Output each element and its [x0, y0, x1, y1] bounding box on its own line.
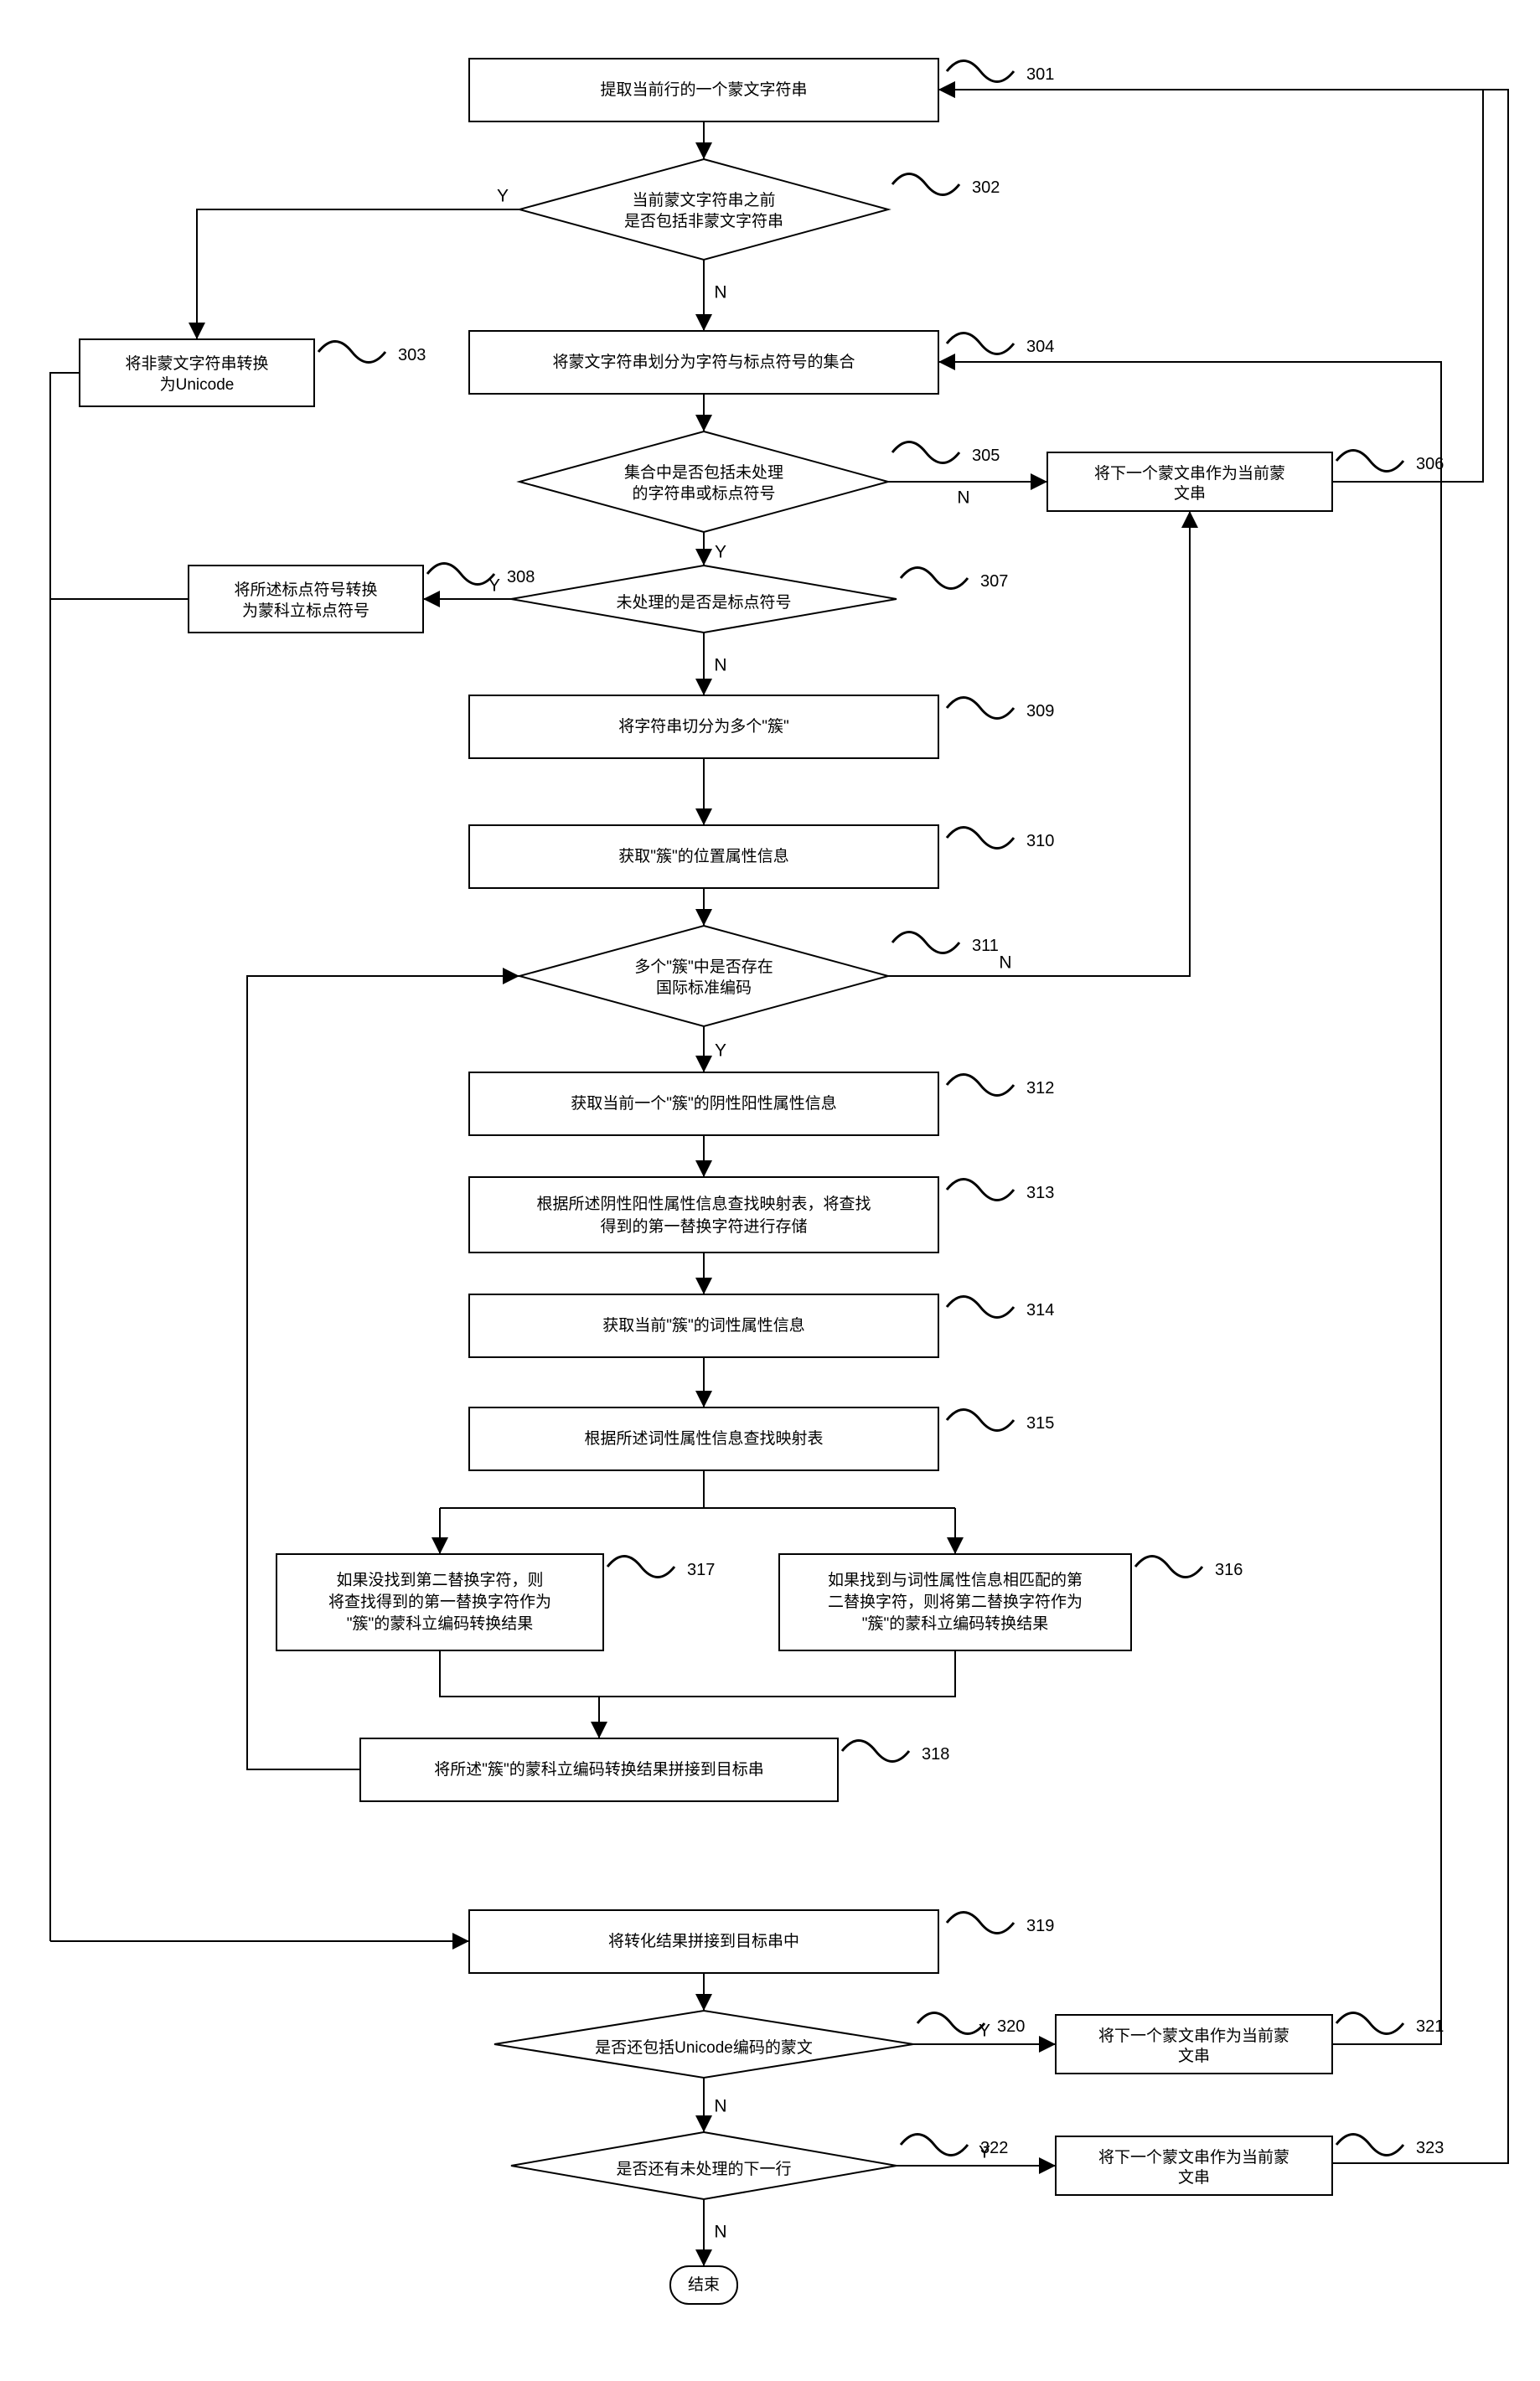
edge-label: Y: [488, 576, 500, 596]
step-number: 302: [972, 178, 1000, 197]
node-321-label-a: 将下一个蒙文串作为当前蒙: [1098, 2027, 1289, 2045]
step-number: 323: [1416, 2139, 1444, 2157]
node-311-label-a: 多个"簇"中是否存在: [634, 958, 773, 976]
edge-label: Y: [715, 543, 726, 562]
node-302-label-a: 当前蒙文字符串之前: [632, 191, 775, 209]
step-number: 313: [1026, 1184, 1054, 1202]
node-303-label-a: 将非蒙文字符串转换: [125, 354, 268, 373]
node-308-label-a: 将所述标点符号转换: [234, 581, 377, 599]
node-321-label-b: 文串: [1178, 2047, 1210, 2065]
step-number: 303: [398, 346, 426, 364]
node-315-label: 根据所述词性属性信息查找映射表: [584, 1429, 823, 1448]
node-303-label-b: 为Unicode: [160, 375, 235, 394]
step-number: 301: [1026, 65, 1054, 84]
node-308-label-b: 为蒙科立标点符号: [242, 602, 369, 620]
edge-label: N: [714, 2223, 726, 2242]
node-306-label-a: 将下一个蒙文串作为当前蒙: [1094, 464, 1285, 483]
step-number: 307: [980, 572, 1008, 591]
step-number: 306: [1416, 455, 1444, 473]
node-301-label: 提取当前行的一个蒙文字符串: [600, 80, 807, 99]
node-316-label-a: 如果找到与词性属性信息相匹配的第: [828, 1571, 1083, 1589]
step-number: 305: [972, 447, 1000, 465]
node-314-label: 获取当前"簇"的词性属性信息: [602, 1316, 805, 1335]
step-number: 311: [972, 937, 999, 955]
step-number: 314: [1026, 1301, 1054, 1320]
node-313: [469, 1177, 938, 1252]
node-317-label-a: 如果没找到第二替换字符，则: [336, 1571, 543, 1589]
node-313-label-b: 得到的第一替换字符进行存储: [600, 1217, 807, 1236]
edge-label: N: [999, 953, 1011, 973]
step-number: 309: [1026, 702, 1054, 720]
step-number: 312: [1026, 1079, 1054, 1098]
node-318-label: 将所述"簇"的蒙科立编码转换结果拼接到目标串: [434, 1760, 764, 1779]
node-317-label-b: 将查找得到的第一替换字符作为: [328, 1593, 551, 1611]
step-number: 317: [687, 1561, 715, 1579]
flowchart: 提取当前行的一个蒙文字符串 301 当前蒙文字符串之前 是否包括非蒙文字符串 3…: [0, 0, 1540, 2381]
node-307-label: 未处理的是否是标点符号: [616, 593, 791, 612]
edge-label: Y: [715, 1041, 726, 1061]
edge-label: Y: [497, 187, 509, 206]
node-313-label-a: 根据所述阴性阳性属性信息查找映射表，将查找: [536, 1195, 871, 1213]
node-319-label: 将转化结果拼接到目标串中: [608, 1932, 799, 1950]
node-323-label-a: 将下一个蒙文串作为当前蒙: [1098, 2148, 1289, 2167]
edge-label: N: [714, 2097, 726, 2116]
edge-label: Y: [979, 2143, 990, 2162]
node-304-label: 将蒙文字符串划分为字符与标点符号的集合: [552, 353, 855, 371]
edge-label: N: [957, 488, 969, 508]
node-306-label-b: 文串: [1174, 484, 1206, 503]
step-number: 304: [1026, 338, 1054, 356]
node-312-label: 获取当前一个"簇"的阴性阳性属性信息: [571, 1094, 837, 1113]
node-310-label: 获取"簇"的位置属性信息: [618, 847, 789, 865]
node-305-label-a: 集合中是否包括未处理: [624, 463, 783, 482]
node-305-label-b: 的字符串或标点符号: [632, 484, 775, 503]
node-323-label-b: 文串: [1178, 2168, 1210, 2187]
node-316-label-c: "簇"的蒙科立编码转换结果: [862, 1614, 1049, 1633]
step-number: 315: [1026, 1414, 1054, 1433]
step-number: 308: [507, 568, 535, 586]
node-302-label-b: 是否包括非蒙文字符串: [624, 212, 783, 230]
node-316-label-b: 二替换字符，则将第二替换字符作为: [828, 1593, 1083, 1611]
step-number: 318: [922, 1745, 949, 1764]
node-311-label-b: 国际标准编码: [656, 979, 752, 997]
step-number: 320: [997, 2017, 1025, 2036]
node-322-label: 是否还有未处理的下一行: [616, 2160, 791, 2178]
edge-label: Y: [979, 2022, 990, 2041]
step-number: 321: [1416, 2017, 1444, 2036]
node-320-label: 是否还包括Unicode编码的蒙文: [595, 2038, 813, 2057]
edge-label: N: [714, 656, 726, 675]
edge-label: N: [714, 283, 726, 302]
step-number: 319: [1026, 1917, 1054, 1935]
step-number: 316: [1215, 1561, 1243, 1579]
node-end-label: 结束: [688, 2275, 720, 2294]
node-309-label: 将字符串切分为多个"簇": [618, 717, 789, 736]
node-317-label-c: "簇"的蒙科立编码转换结果: [347, 1614, 534, 1633]
step-number: 310: [1026, 832, 1054, 850]
